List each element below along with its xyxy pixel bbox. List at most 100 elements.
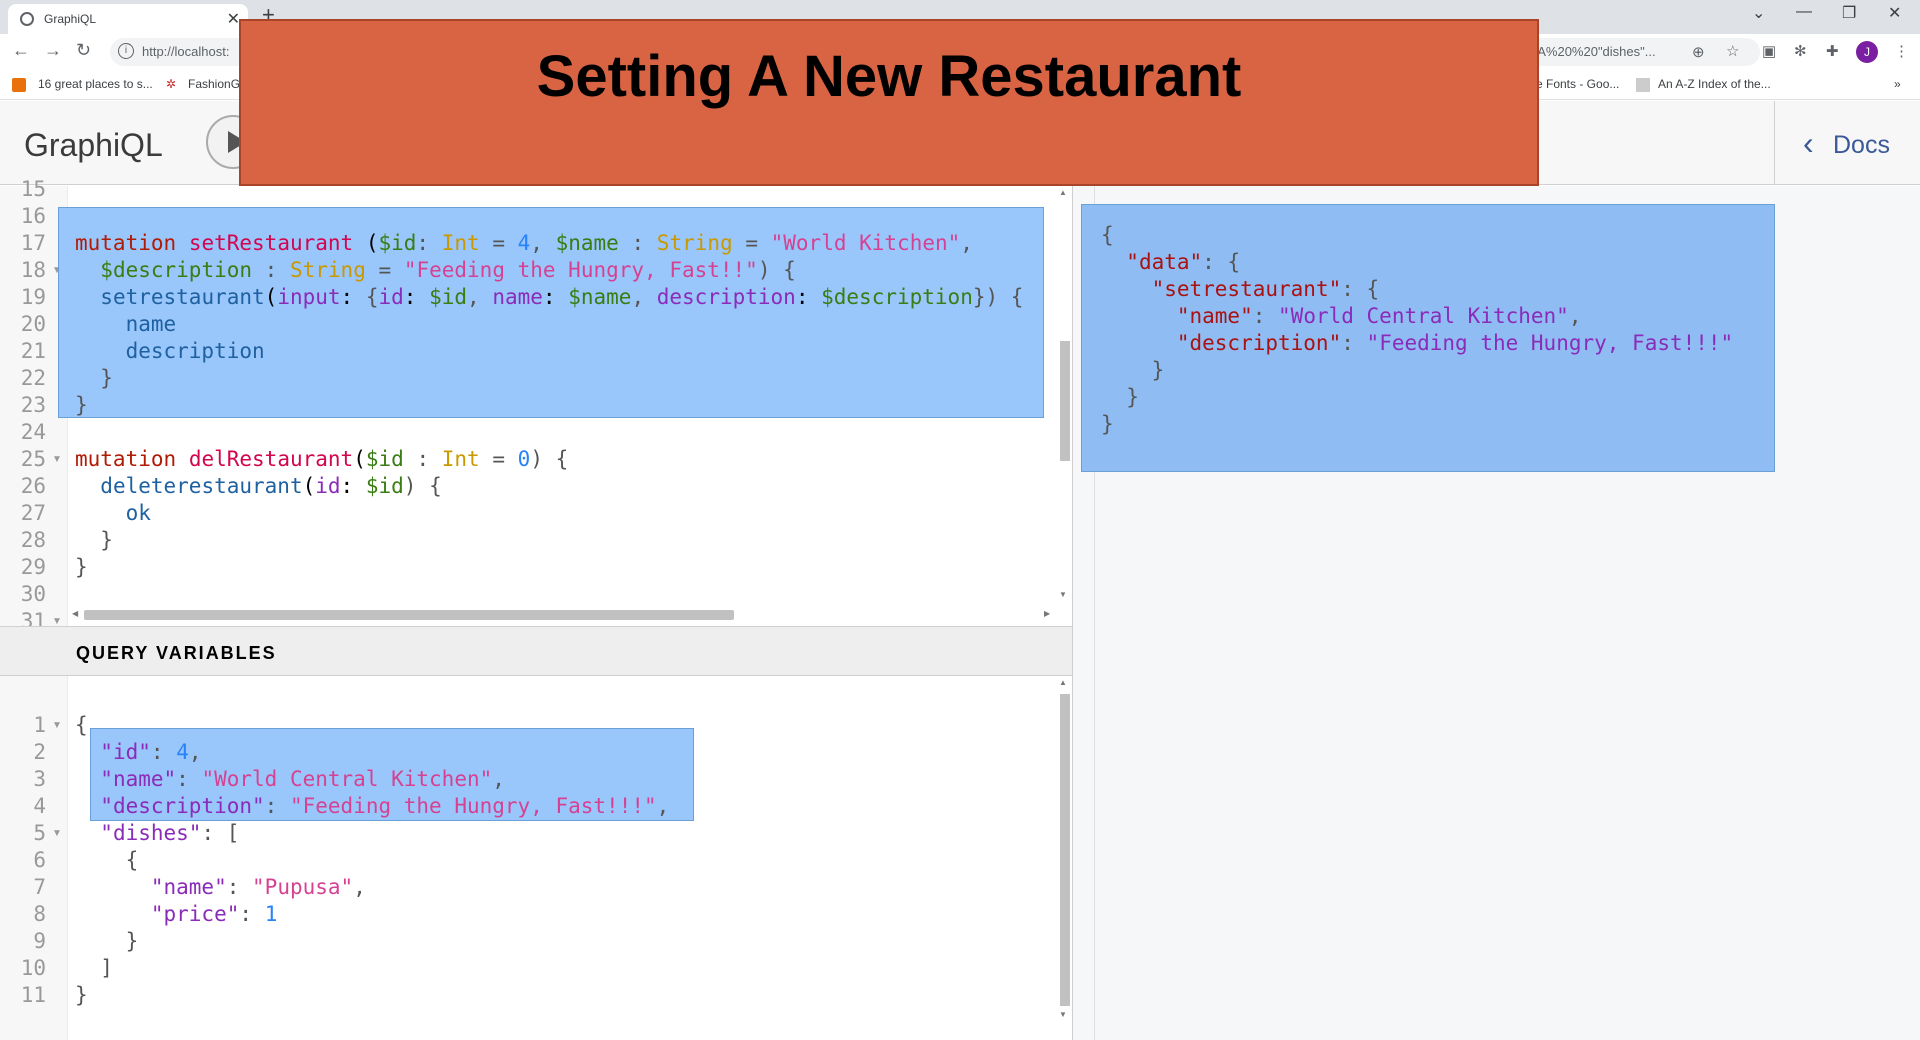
line-number: 23 bbox=[20, 393, 46, 417]
code-line[interactable]: mutation setRestaurant ($id: Int = 4, $n… bbox=[75, 230, 973, 257]
code-line[interactable]: } bbox=[75, 365, 113, 392]
line-number: 9 bbox=[33, 929, 46, 953]
result-line: "description": "Feeding the Hungry, Fast… bbox=[1176, 331, 1734, 355]
variables-editor[interactable]: 1 ▼ 2 3 4 5 ▼ 6 7 8 9 10 11 { "id": 4, "name": "Worl… bbox=[0, 676, 1072, 1040]
line-number: 6 bbox=[33, 848, 46, 872]
close-tab-icon[interactable]: ✕ bbox=[227, 9, 240, 29]
line-number: 19 bbox=[20, 285, 46, 309]
banner-title: Setting A New Restaurant bbox=[536, 44, 1242, 109]
reload-icon[interactable]: ↻ bbox=[76, 40, 91, 61]
line-number: 27 bbox=[20, 501, 46, 525]
line-number: 16 bbox=[20, 204, 46, 228]
code-line[interactable]: mutation delRestaurant($id : Int = 0) { bbox=[75, 446, 568, 473]
query-editor[interactable]: 15 16 17 18 ▼ 19 20 21 22 23 24 25 ▼ 26 27 28 29 30 31 ▼ mu… bbox=[0, 177, 1072, 633]
menu-dots-icon[interactable]: ⋮ bbox=[1894, 42, 1909, 60]
zoom-icon[interactable]: ⊕ bbox=[1692, 43, 1705, 61]
code-line[interactable]: "id": 4, bbox=[75, 739, 201, 766]
code-line[interactable]: deleterestaurant(id: $id) { bbox=[75, 473, 441, 500]
forward-arrow-icon[interactable]: → bbox=[44, 40, 62, 61]
docs-button[interactable]: ‹ Docs bbox=[1774, 101, 1920, 185]
code-line[interactable]: { bbox=[75, 847, 139, 874]
result-line: "name": "World Central Kitchen", bbox=[1176, 304, 1582, 328]
result-line: "setrestaurant": { bbox=[1151, 277, 1380, 301]
line-number: 11 bbox=[20, 983, 46, 1007]
bookmark-star-icon[interactable]: ☆ bbox=[1726, 42, 1739, 60]
code-line[interactable]: "price": 1 bbox=[75, 901, 277, 928]
fold-arrow-icon[interactable]: ▼ bbox=[52, 712, 62, 739]
code-line[interactable]: description bbox=[75, 338, 265, 365]
browser-tab[interactable]: GraphiQL ✕ bbox=[8, 4, 248, 34]
line-number: 15 bbox=[20, 177, 46, 201]
code-line[interactable]: } bbox=[75, 554, 88, 581]
more-bookmarks-icon[interactable]: » bbox=[1894, 77, 1901, 91]
minimize-icon[interactable]: — bbox=[1796, 3, 1812, 21]
restore-icon[interactable]: ❐ bbox=[1842, 3, 1856, 23]
vertical-scrollbar[interactable]: ▲ ▼ bbox=[1056, 186, 1072, 602]
result-viewer: ▼▼ { "data": { "setrestaurant": { "name"… bbox=[1072, 186, 1920, 1040]
bookmark-item[interactable]: An A-Z Index of the... bbox=[1658, 77, 1771, 91]
bookmark-item[interactable]: FashionG bbox=[188, 77, 240, 91]
scroll-up-icon[interactable]: ▲ bbox=[1059, 678, 1067, 687]
code-line[interactable]: name bbox=[75, 311, 177, 338]
graphiql-logo: GraphiQL bbox=[24, 127, 163, 163]
line-number: 2 bbox=[33, 740, 46, 764]
docs-label: Docs bbox=[1833, 131, 1890, 159]
line-number: 18 bbox=[20, 258, 46, 282]
bookmark-favicon bbox=[1636, 78, 1650, 92]
bookmark-item[interactable]: 16 great places to s... bbox=[38, 77, 153, 91]
scrollbar-thumb[interactable] bbox=[1060, 341, 1070, 461]
tab-search-icon[interactable]: ⌄ bbox=[1752, 3, 1765, 23]
line-number: 20 bbox=[20, 312, 46, 336]
tab-title: GraphiQL bbox=[44, 12, 97, 26]
code-line[interactable]: "name": "World Central Kitchen", bbox=[75, 766, 505, 793]
code-line[interactable]: } bbox=[75, 392, 88, 419]
code-line[interactable]: } bbox=[75, 928, 139, 955]
code-line[interactable]: } bbox=[75, 527, 113, 554]
scroll-up-icon[interactable]: ▲ bbox=[1059, 188, 1067, 197]
line-number: 25 bbox=[20, 447, 46, 471]
fold-arrow-icon[interactable]: ▼ bbox=[52, 820, 62, 847]
profile-avatar[interactable]: J bbox=[1856, 41, 1878, 63]
line-number: 24 bbox=[20, 420, 46, 444]
result-line: } bbox=[1126, 385, 1139, 409]
scroll-right-icon[interactable]: ▶ bbox=[1044, 609, 1050, 618]
extension-bug-icon[interactable]: ✻ bbox=[1794, 42, 1807, 60]
code-line[interactable]: $description : String = "Feeding the Hun… bbox=[75, 257, 796, 284]
fold-arrow-icon[interactable]: ▼ bbox=[52, 446, 62, 473]
url-text-end: 0A%20%20"dishes"... bbox=[1530, 44, 1656, 59]
horizontal-scrollbar[interactable]: ◀ ▶ bbox=[68, 606, 1056, 622]
vertical-scrollbar[interactable]: ▲ ▼ bbox=[1056, 676, 1072, 1022]
code-line[interactable]: "dishes": [ bbox=[75, 820, 239, 847]
scroll-left-icon[interactable]: ◀ bbox=[72, 609, 78, 618]
line-number: 3 bbox=[33, 767, 46, 791]
back-arrow-icon[interactable]: ← bbox=[12, 40, 30, 61]
line-number: 26 bbox=[20, 474, 46, 498]
scroll-down-icon[interactable]: ▼ bbox=[1059, 590, 1067, 599]
bookmark-item[interactable]: e Fonts - Goo... bbox=[1536, 77, 1619, 91]
scroll-down-icon[interactable]: ▼ bbox=[1059, 1010, 1067, 1019]
line-number: 21 bbox=[20, 339, 46, 363]
info-icon[interactable]: i bbox=[118, 43, 134, 59]
code-line[interactable]: "description": "Feeding the Hungry, Fast… bbox=[75, 793, 669, 820]
line-number: 8 bbox=[33, 902, 46, 926]
code-line[interactable]: ok bbox=[75, 500, 151, 527]
line-number: 28 bbox=[20, 528, 46, 552]
extensions-puzzle-icon[interactable]: ✚ bbox=[1826, 42, 1839, 60]
scrollbar-thumb[interactable] bbox=[84, 610, 734, 620]
code-line[interactable]: } bbox=[75, 982, 88, 1009]
line-number-gutter: 1 ▼ 2 3 4 5 ▼ 6 7 8 9 10 11 bbox=[0, 676, 68, 1040]
extension-pocket-icon[interactable]: ▣ bbox=[1762, 42, 1776, 60]
line-number: 4 bbox=[33, 794, 46, 818]
query-variables-header[interactable]: QUERY VARIABLES bbox=[0, 626, 1072, 676]
line-number: 29 bbox=[20, 555, 46, 579]
window-close-icon[interactable]: ✕ bbox=[1888, 3, 1901, 23]
globe-icon bbox=[20, 12, 34, 26]
result-line: } bbox=[1151, 358, 1165, 382]
code-line[interactable]: ] bbox=[75, 955, 113, 982]
line-number: 7 bbox=[33, 875, 46, 899]
code-line[interactable]: setrestaurant(input: {id: $id, name: $na… bbox=[75, 284, 1023, 311]
code-line[interactable]: "name": "Pupusa", bbox=[75, 874, 366, 901]
line-number: 17 bbox=[20, 231, 46, 255]
scrollbar-thumb[interactable] bbox=[1060, 694, 1070, 1006]
code-line[interactable]: { bbox=[75, 712, 88, 739]
